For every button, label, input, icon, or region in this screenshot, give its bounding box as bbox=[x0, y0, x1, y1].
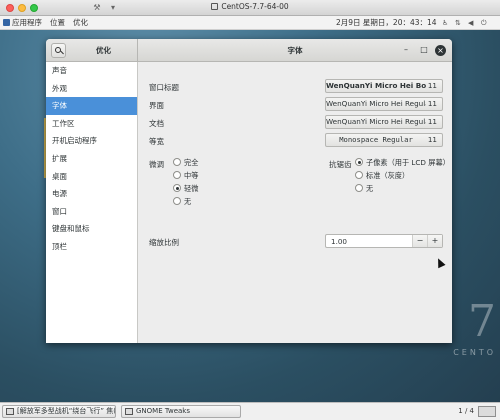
sidebar-item-workspaces[interactable]: 工作区 bbox=[46, 115, 137, 133]
radio-button-selected bbox=[173, 184, 181, 192]
applications-icon bbox=[3, 19, 10, 26]
hinting-option-medium[interactable]: 中等 bbox=[173, 171, 198, 181]
radio-label: 无 bbox=[366, 184, 374, 193]
mouse-pointer-icon bbox=[434, 256, 446, 269]
sidebar-item-windows[interactable]: 窗口 bbox=[46, 203, 137, 221]
bottom-taskbar: [解放军多型战机“绕台飞行” 焦() GNOME Tweaks 1 / 4 bbox=[0, 402, 500, 420]
vm-titlebar: ⚒ ▾ CentOS-7.7-64-00 bbox=[0, 0, 500, 16]
interface-font-label: 界面 bbox=[149, 101, 164, 110]
vm-title: CentOS-7.7-64-00 bbox=[0, 2, 500, 11]
window-title-font-button[interactable]: WenQuanYi Micro Hei Bold 11 bbox=[325, 79, 443, 93]
clock[interactable]: 2月9日 星期日，20：43：14 bbox=[336, 17, 437, 29]
radio-label: 中等 bbox=[184, 171, 199, 180]
scaling-factor-spinbutton: 1.00 − + bbox=[325, 234, 443, 248]
gnome-top-panel: 应用程序 位置 优化 2月9日 星期日，20：43：14 ♿ ⇅ ◀ ⏻ bbox=[0, 16, 500, 30]
monospace-font-button[interactable]: Monospace Regular 11 bbox=[325, 133, 443, 147]
radio-label: 无 bbox=[184, 197, 192, 206]
search-button[interactable] bbox=[51, 43, 66, 58]
antialiasing-option-subpixel[interactable]: 子像素（用于 LCD 屏幕） bbox=[355, 158, 450, 168]
sidebar-item-appearance[interactable]: 外观 bbox=[46, 80, 137, 98]
monospace-font-label: 等宽 bbox=[149, 137, 164, 146]
vm-title-text: CentOS-7.7-64-00 bbox=[221, 2, 289, 11]
centos-logo-word: CENTO bbox=[453, 348, 496, 357]
font-name: WenQuanYi Micro Hei Bold bbox=[326, 81, 426, 90]
antialiasing-option-standard[interactable]: 标准（灰度） bbox=[355, 171, 409, 181]
font-size: 11 bbox=[427, 81, 437, 90]
tweaks-window: 优化 字体 – □ × 声音 外观 字体 工作区 开机启动程序 扩展 桌面 电源… bbox=[46, 39, 452, 343]
radio-button bbox=[173, 197, 181, 205]
browser-window-icon bbox=[6, 408, 14, 415]
font-size: 11 bbox=[427, 135, 437, 144]
document-font-button[interactable]: WenQuanYi Micro Hei Regular 11 bbox=[325, 115, 443, 129]
window-title-font-label: 窗口标题 bbox=[149, 83, 179, 92]
sidebar-item-power[interactable]: 电源 bbox=[46, 185, 137, 203]
font-size: 11 bbox=[427, 99, 437, 108]
sidebar-item-desktop[interactable]: 桌面 bbox=[46, 168, 137, 186]
hinting-label: 微调 bbox=[149, 160, 164, 169]
document-font-label: 文档 bbox=[149, 119, 164, 128]
sidebar-item-sound[interactable]: 声音 bbox=[46, 62, 137, 80]
radio-button bbox=[173, 171, 181, 179]
hinting-option-slight[interactable]: 轻微 bbox=[173, 184, 198, 194]
antialiasing-label: 抗锯齿 bbox=[329, 160, 352, 169]
minimize-button[interactable]: – bbox=[400, 44, 412, 56]
sidebar-item-top-bar[interactable]: 顶栏 bbox=[46, 238, 137, 256]
font-name: WenQuanYi Micro Hei Regular bbox=[326, 117, 426, 126]
app-title: 优化 bbox=[96, 46, 111, 55]
active-app-label: 优化 bbox=[73, 18, 88, 27]
taskbar-item-browser[interactable]: [解放军多型战机“绕台飞行” 焦() bbox=[2, 405, 116, 418]
radio-label: 完全 bbox=[184, 158, 199, 167]
radio-button bbox=[355, 184, 363, 192]
task-label: [解放军多型战机“绕台飞行” 焦() bbox=[17, 407, 116, 415]
header-bar: 优化 字体 – □ × bbox=[46, 39, 452, 62]
sidebar-item-fonts[interactable]: 字体 bbox=[46, 97, 137, 115]
radio-label: 轻微 bbox=[184, 184, 199, 193]
applications-menu[interactable]: 应用程序 bbox=[3, 17, 42, 29]
hinting-option-none[interactable]: 无 bbox=[173, 197, 191, 207]
sidebar-item-extensions[interactable]: 扩展 bbox=[46, 150, 137, 168]
taskbar-item-tweaks[interactable]: GNOME Tweaks bbox=[121, 405, 241, 418]
applications-label: 应用程序 bbox=[12, 18, 42, 27]
fonts-panel: 窗口标题 WenQuanYi Micro Hei Bold 11 界面 WenQ… bbox=[139, 62, 452, 343]
task-label: GNOME Tweaks bbox=[136, 407, 190, 415]
font-size: 11 bbox=[427, 117, 437, 126]
antialiasing-option-none[interactable]: 无 bbox=[355, 184, 373, 194]
radio-button-selected bbox=[355, 158, 363, 166]
accessibility-icon[interactable]: ♿ bbox=[442, 18, 448, 28]
hinting-option-full[interactable]: 完全 bbox=[173, 158, 198, 168]
radio-label: 标准（灰度） bbox=[366, 171, 410, 180]
radio-button bbox=[173, 158, 181, 166]
sidebar: 声音 外观 字体 工作区 开机启动程序 扩展 桌面 电源 窗口 键盘和鼠标 顶栏 bbox=[46, 62, 138, 343]
active-app-menu[interactable]: 优化 bbox=[73, 17, 88, 29]
close-button[interactable]: × bbox=[435, 45, 446, 56]
sidebar-item-keyboard-mouse[interactable]: 键盘和鼠标 bbox=[46, 220, 137, 238]
centos-logo-numeral: 7 bbox=[468, 296, 496, 347]
header-bar-left: 优化 bbox=[46, 39, 138, 62]
tweaks-window-icon bbox=[125, 408, 133, 415]
increment-button[interactable]: + bbox=[427, 235, 442, 247]
maximize-button[interactable]: □ bbox=[418, 44, 430, 56]
radio-button bbox=[355, 171, 363, 179]
font-name: WenQuanYi Micro Hei Regular bbox=[326, 99, 426, 108]
font-name: Monospace Regular bbox=[339, 135, 413, 144]
scaling-factor-input[interactable]: 1.00 bbox=[331, 237, 347, 246]
sidebar-item-startup-applications[interactable]: 开机启动程序 bbox=[46, 132, 137, 150]
interface-font-button[interactable]: WenQuanYi Micro Hei Regular 11 bbox=[325, 97, 443, 111]
places-menu[interactable]: 位置 bbox=[50, 17, 65, 29]
scaling-factor-label: 缩放比例 bbox=[149, 238, 179, 247]
workspace-pager-label: 1 / 4 bbox=[458, 407, 474, 415]
network-icon[interactable]: ⇅ bbox=[455, 18, 461, 28]
volume-icon[interactable]: ◀ bbox=[468, 18, 473, 28]
power-icon[interactable]: ⏻ bbox=[481, 18, 487, 28]
workspace-switcher[interactable] bbox=[478, 406, 496, 417]
radio-label: 子像素（用于 LCD 屏幕） bbox=[366, 158, 450, 167]
decrement-button[interactable]: − bbox=[412, 235, 427, 247]
vm-window-icon bbox=[211, 3, 219, 10]
